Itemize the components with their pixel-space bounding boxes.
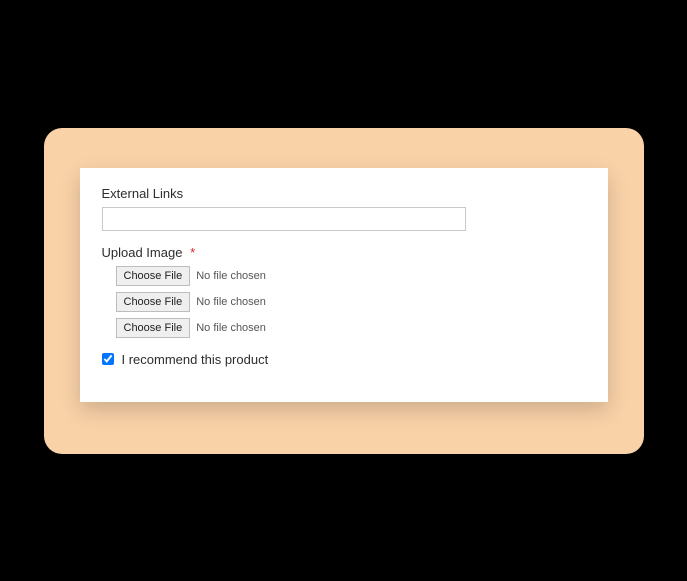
recommend-label: I recommend this product	[122, 352, 269, 367]
recommend-row: I recommend this product	[102, 352, 586, 367]
upload-image-group: Upload Image * Choose File No file chose…	[102, 245, 586, 338]
file-input-row: Choose File No file chosen	[116, 266, 586, 286]
choose-file-button[interactable]: Choose File	[116, 318, 191, 338]
file-input-row: Choose File No file chosen	[116, 318, 586, 338]
file-input-row: Choose File No file chosen	[116, 292, 586, 312]
choose-file-button[interactable]: Choose File	[116, 266, 191, 286]
file-status-text: No file chosen	[196, 296, 266, 308]
choose-file-button[interactable]: Choose File	[116, 292, 191, 312]
external-links-group: External Links	[102, 186, 586, 231]
upload-image-label-text: Upload Image	[102, 245, 183, 260]
file-status-text: No file chosen	[196, 322, 266, 334]
external-links-input[interactable]	[102, 207, 466, 231]
upload-image-label: Upload Image *	[102, 245, 586, 260]
recommend-checkbox[interactable]	[102, 353, 114, 365]
required-star-icon: *	[190, 245, 195, 260]
card-backdrop: External Links Upload Image * Choose Fil…	[44, 128, 644, 454]
external-links-label: External Links	[102, 186, 586, 201]
form-panel: External Links Upload Image * Choose Fil…	[80, 168, 608, 402]
file-status-text: No file chosen	[196, 270, 266, 282]
